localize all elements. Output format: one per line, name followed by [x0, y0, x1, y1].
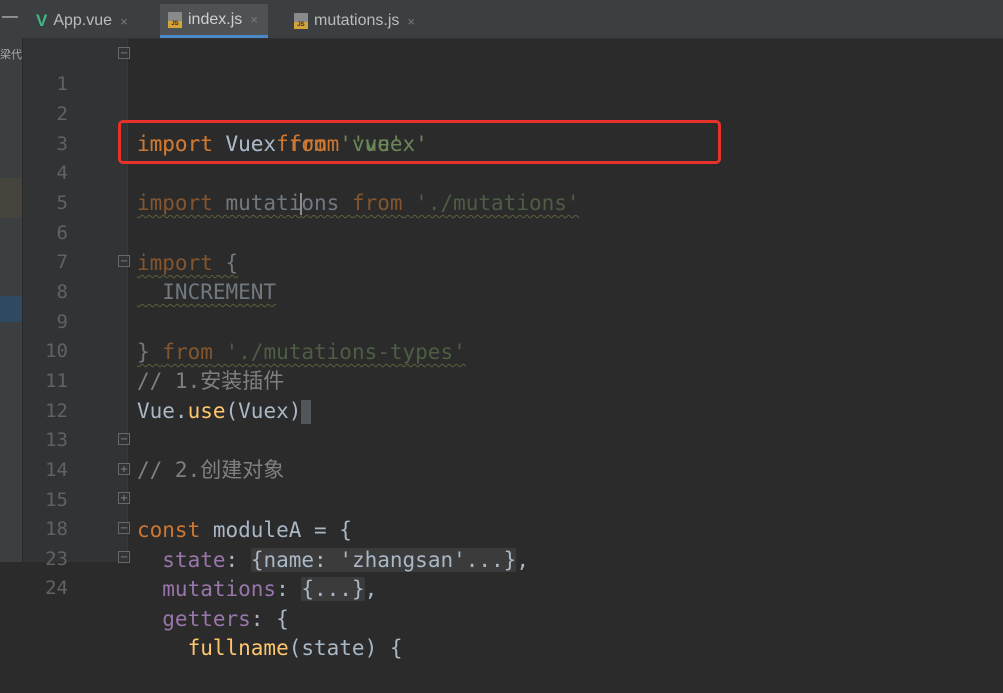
punctuation: ,: [364, 577, 378, 601]
red-annotation-box: [118, 120, 721, 164]
code-line: 11 Vue.use(Vuex): [0, 336, 1003, 424]
property-name: mutations: [137, 577, 277, 601]
code-line: 1 − import Vue from 'vue': [0, 39, 1003, 156]
code-line: 13 // 2.创建对象: [0, 395, 1003, 482]
collapse-panel-icon[interactable]: —: [2, 8, 18, 26]
fold-icon[interactable]: −: [118, 551, 130, 563]
expand-icon[interactable]: +: [118, 492, 130, 504]
tab-app-vue[interactable]: V App.vue ×: [36, 4, 128, 38]
expand-icon[interactable]: +: [118, 463, 130, 475]
code-line: 18 + mutations: {...},: [0, 484, 1003, 601]
method-name: fullname: [137, 636, 289, 660]
line-number: 24: [45, 577, 68, 599]
code-line: 12: [0, 366, 1003, 422]
code-line: 14 − const moduleA = {: [0, 425, 1003, 542]
code-line: 10 // 1.安装插件: [0, 306, 1003, 393]
code-line: 8 − } from './mutations-types': [0, 247, 1003, 364]
code-line: 2 import Vuex from 'vuex': [0, 69, 1003, 156]
code-line: 23 − getters: {: [0, 514, 1003, 631]
tab-mutations-js[interactable]: mutations.js ×: [294, 4, 415, 38]
code-line: 6 import {: [0, 188, 1003, 275]
close-icon[interactable]: ×: [407, 14, 415, 29]
js-file-icon: [294, 13, 308, 29]
folded-region[interactable]: {...}: [301, 577, 365, 601]
tab-label: index.js: [188, 10, 243, 28]
vue-file-icon: V: [36, 11, 48, 30]
code-line: 9: [0, 277, 1003, 333]
punctuation: :: [276, 577, 302, 601]
property-name: getters: [137, 607, 251, 631]
fold-icon[interactable]: −: [118, 47, 130, 59]
close-icon[interactable]: ×: [120, 14, 128, 29]
code-line: 7 INCREMENT: [0, 217, 1003, 304]
code-line: 15 + state: {name: 'zhangsan'...},: [0, 455, 1003, 572]
punctuation: : {: [250, 607, 289, 631]
tab-label: mutations.js: [314, 12, 400, 29]
js-file-icon: [168, 11, 182, 28]
code-line: 24 − fullname(state) {: [0, 543, 1003, 660]
tab-label: App.vue: [53, 12, 113, 29]
fold-icon[interactable]: −: [118, 255, 130, 267]
fold-icon[interactable]: −: [118, 433, 130, 445]
editor-tab-bar: V App.vue × index.js × mutations.js ×: [0, 0, 1003, 39]
tab-index-js[interactable]: index.js ×: [160, 4, 268, 38]
close-icon[interactable]: ×: [250, 12, 258, 27]
arguments: (state) {: [288, 636, 403, 660]
fold-icon[interactable]: −: [118, 522, 130, 534]
